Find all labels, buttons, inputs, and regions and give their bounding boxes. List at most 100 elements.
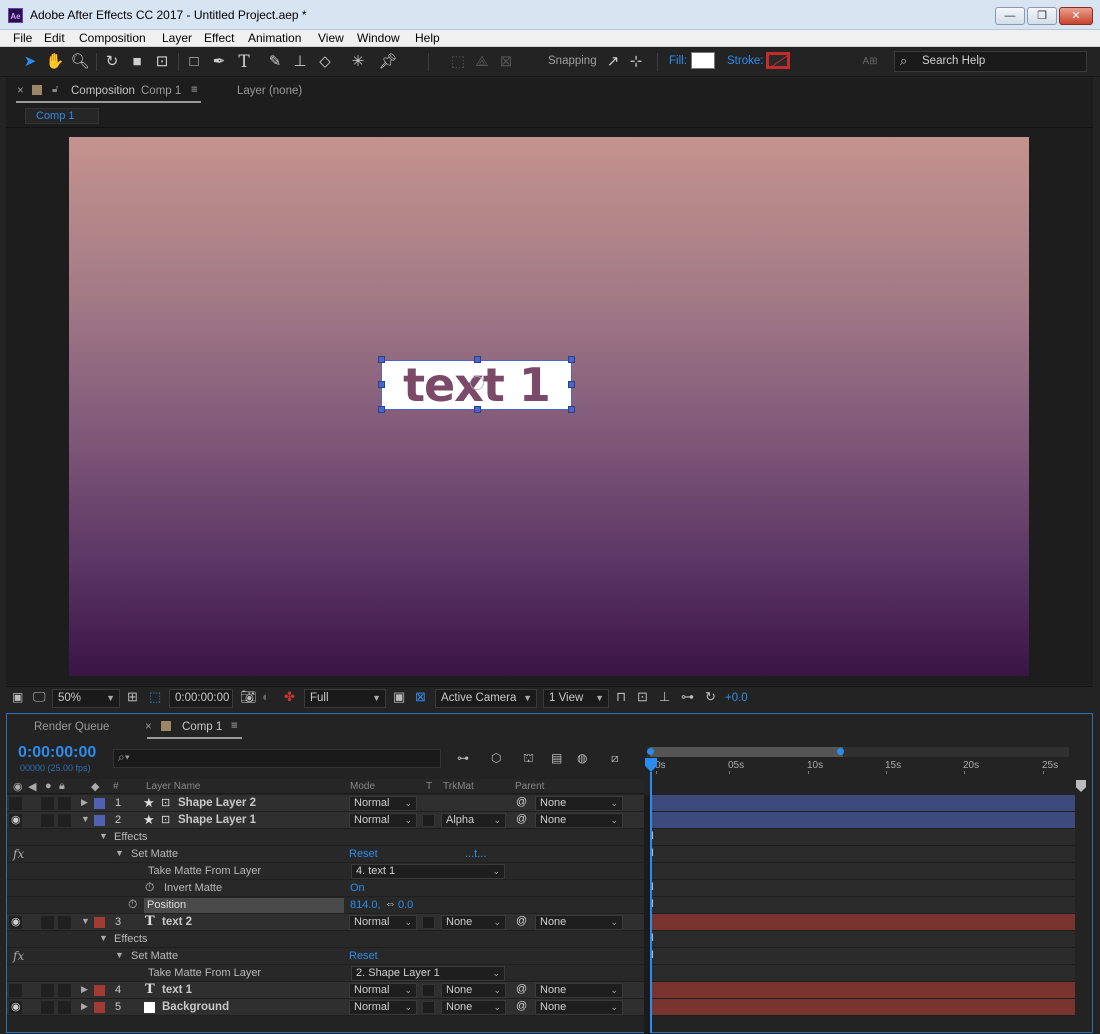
tab-menu-icon[interactable]: ≡: [191, 84, 198, 96]
selection-tool-icon[interactable]: ➤: [20, 52, 40, 72]
timeline-tab[interactable]: Comp 1: [182, 721, 222, 733]
pick-whip-icon[interactable]: @: [516, 813, 527, 825]
snapshot-icon[interactable]: 📷︎: [240, 689, 257, 705]
label-color-swatch[interactable]: [94, 985, 105, 996]
position-x-value[interactable]: 814.0,: [350, 899, 381, 911]
workspace-icon[interactable]: A⊞: [860, 52, 880, 72]
mode-dropdown[interactable]: Normal ⌄: [349, 1000, 417, 1015]
transform-handle[interactable]: [474, 356, 481, 363]
effect-reset-link[interactable]: Reset: [349, 848, 378, 860]
close-tab-icon[interactable]: ×: [17, 85, 24, 97]
eye-icon[interactable]: ◉: [11, 813, 21, 826]
reset-exposure-icon[interactable]: ↻: [705, 689, 716, 705]
zoom-tool-icon[interactable]: 🔍︎: [70, 52, 90, 72]
graph-editor-icon[interactable]: ⧄: [611, 751, 619, 766]
lock-toggle[interactable]: [58, 916, 71, 929]
trkmat-dropdown[interactable]: None ⌄: [441, 983, 506, 998]
effect-about-link[interactable]: ...t...: [465, 848, 486, 860]
stopwatch-icon[interactable]: ⏱︎: [145, 880, 154, 895]
menu-view[interactable]: View: [318, 31, 344, 45]
layer-tab[interactable]: Layer (none): [237, 85, 302, 97]
tab-menu-icon[interactable]: ≡: [231, 720, 238, 732]
layer-duration-bar[interactable]: [651, 795, 1075, 812]
pan-behind-tool-icon[interactable]: ⊡: [152, 52, 172, 72]
menu-file[interactable]: File: [13, 31, 32, 45]
label-color-swatch[interactable]: [94, 798, 105, 809]
eraser-tool-icon[interactable]: ◇: [315, 52, 335, 72]
time-ruler[interactable]: 0s 05s 10s 15s 20s 25s: [647, 758, 1087, 774]
transform-handle[interactable]: [378, 356, 385, 363]
preserve-transparency-checkbox[interactable]: [422, 984, 435, 997]
menu-animation[interactable]: Animation: [248, 31, 301, 45]
motion-blur-icon[interactable]: ◍: [577, 751, 587, 765]
position-y-value[interactable]: 0.0: [398, 899, 413, 911]
property-track[interactable]: I: [651, 897, 1075, 914]
property-track[interactable]: [651, 965, 1075, 982]
timeline-icon[interactable]: ⊥: [659, 689, 670, 705]
work-area-start-handle[interactable]: [647, 748, 654, 755]
view-axis-icon[interactable]: ⊠: [496, 52, 516, 72]
layer-name[interactable]: Shape Layer 2: [178, 797, 256, 809]
timeline-search-field[interactable]: ⌕▾: [113, 749, 441, 768]
comp-flowchart-icon[interactable]: ⊶: [457, 751, 469, 765]
exposure-value[interactable]: +0.0: [725, 692, 748, 704]
property-row[interactable]: ⏱︎ Invert Matte On: [7, 880, 644, 897]
rectangle-tool-icon[interactable]: □: [184, 52, 204, 72]
layer-duration-bar[interactable]: [651, 914, 1075, 931]
mode-dropdown[interactable]: Normal ⌄: [349, 813, 417, 828]
property-track[interactable]: [651, 863, 1075, 880]
property-track[interactable]: I: [651, 829, 1075, 846]
menu-layer[interactable]: Layer: [162, 31, 192, 45]
preserve-transparency-checkbox[interactable]: [422, 1001, 435, 1014]
transform-handle[interactable]: [474, 406, 481, 413]
lock-icon[interactable]: 🔓︎: [52, 84, 70, 95]
monitor-icon[interactable]: 🖵︎: [33, 689, 46, 705]
property-track[interactable]: I: [651, 880, 1075, 897]
fx-icon[interactable]: fx: [13, 847, 24, 861]
local-axis-icon[interactable]: ⬚: [448, 52, 468, 72]
pick-whip-icon[interactable]: @: [516, 1000, 527, 1012]
menu-window[interactable]: Window: [357, 31, 400, 45]
lock-toggle[interactable]: [58, 797, 71, 810]
transform-handle[interactable]: [568, 406, 575, 413]
rotation-tool-icon[interactable]: ↻: [102, 52, 122, 72]
layer-duration-bar[interactable]: [651, 982, 1075, 999]
camera-dropdown[interactable]: Active Camera ▼: [435, 689, 537, 708]
trkmat-dropdown[interactable]: Alpha ⌄: [441, 813, 506, 828]
fill-swatch[interactable]: [691, 52, 715, 69]
transform-handle[interactable]: [378, 381, 385, 388]
solo-toggle[interactable]: [41, 984, 54, 997]
property-row[interactable]: Take Matte From Layer 4. text 1 ⌄: [7, 863, 644, 880]
triangle-right-icon[interactable]: ▶: [81, 797, 88, 808]
triangle-right-icon[interactable]: ▶: [81, 984, 88, 995]
search-help-input[interactable]: Search Help: [922, 55, 985, 67]
property-row[interactable]: Take Matte From Layer 2. Shape Layer 1 ⌄: [7, 965, 644, 982]
frame-blending-icon[interactable]: ▤: [551, 751, 562, 765]
layer-row[interactable]: ▶ 4 Ttext 1 Normal ⌄ None ⌄ @ None ⌄: [7, 982, 644, 999]
layer-name[interactable]: text 2: [162, 916, 192, 928]
trkmat-dropdown[interactable]: None ⌄: [441, 1000, 506, 1015]
clone-stamp-tool-icon[interactable]: ⊥: [290, 52, 310, 72]
snap-edges-icon[interactable]: ↗: [603, 52, 623, 72]
property-row[interactable]: ▼ Effects: [7, 931, 644, 948]
trkmat-dropdown[interactable]: None ⌄: [441, 915, 506, 930]
property-track[interactable]: I: [651, 931, 1075, 948]
fast-previews-icon[interactable]: ⊡: [637, 689, 648, 705]
eye-icon[interactable]: ◉: [11, 1000, 21, 1013]
layer-row[interactable]: ◉ ▼ 3 Ttext 2 Normal ⌄ None ⌄ @ None ⌄: [7, 914, 644, 931]
layer-name-header[interactable]: Layer Name: [146, 781, 200, 792]
toggle-pixel-aspect-icon[interactable]: ⊓: [616, 689, 626, 705]
menu-help[interactable]: Help: [415, 31, 440, 45]
layer-name[interactable]: text 1: [162, 984, 192, 996]
triangle-down-icon[interactable]: ▼: [99, 831, 108, 841]
matte-layer-dropdown[interactable]: 4. text 1 ⌄: [351, 864, 505, 879]
label-color-swatch[interactable]: [94, 1002, 105, 1013]
resolution-dropdown[interactable]: Full ▼: [304, 689, 386, 708]
effect-reset-link[interactable]: Reset: [349, 950, 378, 962]
mode-dropdown[interactable]: Normal ⌄: [349, 915, 417, 930]
property-track[interactable]: I: [651, 948, 1075, 965]
brush-tool-icon[interactable]: ✎: [265, 52, 285, 72]
shy-layers-icon[interactable]: ⛫: [523, 751, 534, 767]
solo-toggle[interactable]: [41, 797, 54, 810]
triangle-right-icon[interactable]: ▶: [81, 1001, 88, 1012]
